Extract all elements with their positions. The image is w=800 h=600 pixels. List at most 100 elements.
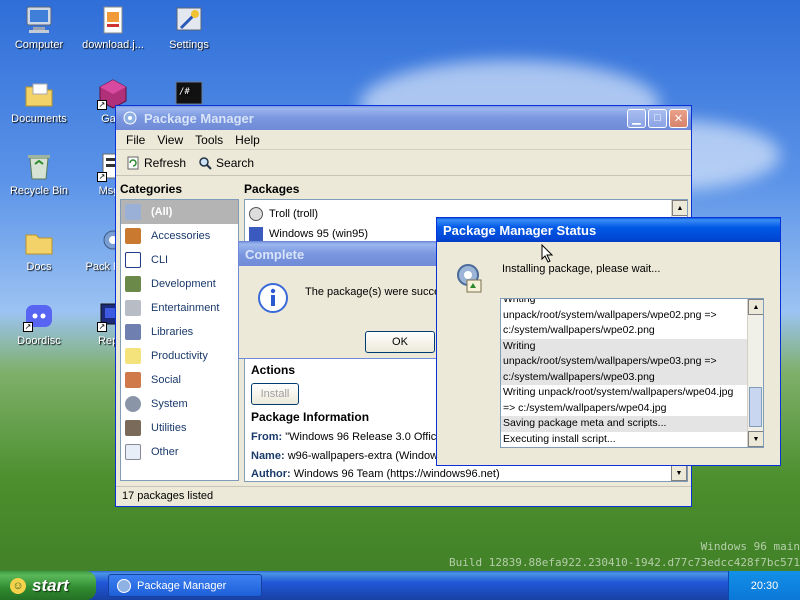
scroll-up-icon[interactable]: ▲ [748, 299, 763, 315]
log-line: Saving package meta and scripts... [501, 416, 747, 432]
category-other[interactable]: Other [121, 440, 238, 464]
complete-dialog-title: Complete [245, 246, 305, 262]
scroll-thumb[interactable] [749, 387, 762, 427]
info-author: Author: Windows 96 Team (https://windows… [251, 468, 500, 480]
productivity-icon [125, 348, 141, 364]
all-packages-icon [125, 204, 141, 220]
complete-dialog-titlebar[interactable]: Complete [239, 242, 459, 266]
accessories-icon [125, 228, 141, 244]
category-entertainment[interactable]: Entertainment [121, 296, 238, 320]
package-manager-app-icon [117, 578, 131, 593]
categories-list: (All) Accessories CLI Development Entert… [120, 199, 239, 481]
status-window-titlebar[interactable]: Package Manager Status [437, 218, 780, 242]
desktop-icon-documents[interactable]: Documents [2, 78, 76, 125]
clock[interactable]: 20:30 [751, 580, 779, 592]
category-system[interactable]: System [121, 392, 238, 416]
refresh-icon [126, 156, 140, 170]
shortcut-arrow-icon: ↗ [97, 100, 107, 110]
package-icon [249, 207, 263, 221]
svg-text:/#: /# [179, 87, 190, 97]
category-productivity[interactable]: Productivity [121, 344, 238, 368]
maximize-button[interactable]: □ [648, 108, 667, 128]
refresh-label: Refresh [144, 155, 187, 170]
status-message: Installing package, please wait... [502, 263, 661, 275]
system-tray: 20:30 [728, 571, 800, 600]
log-line: => c:/system/wallpapers/wpe04.jpg [503, 401, 667, 414]
desktop-icon-doordisc[interactable]: ↗ Doordisc [2, 300, 76, 347]
social-icon [125, 372, 141, 388]
image-file-icon [97, 4, 129, 36]
folder-icon [23, 226, 55, 258]
log-line: c:/system/wallpapers/wpe03.png [501, 369, 747, 385]
install-log: Writing unpack/root/system/wallpapers/wp… [500, 298, 764, 448]
desktop-icon-settings[interactable]: Settings [152, 4, 226, 51]
libraries-icon [125, 324, 141, 340]
mouse-cursor-icon [541, 243, 555, 264]
log-line: Executing install script... [503, 432, 616, 445]
log-line: unpack/root/system/wallpapers/wpe03.png … [501, 354, 747, 370]
settings-icon [173, 4, 205, 36]
log-line: unpack/root/system/wallpapers/wpe02.png … [503, 308, 717, 321]
build-watermark-line2: Build 12839.88efa922.230410-1942.d77c73e… [449, 556, 800, 569]
info-icon [257, 282, 289, 314]
category-accessories[interactable]: Accessories [121, 224, 238, 248]
search-button[interactable]: Search [192, 152, 260, 174]
desktop-icon-download[interactable]: download.j... [76, 4, 150, 51]
build-watermark-line1: Windows 96 main [700, 540, 800, 553]
category-utilities[interactable]: Utilities [121, 416, 238, 440]
install-button[interactable]: Install [251, 383, 299, 405]
cli-icon [125, 252, 141, 268]
close-icon: ✕ [673, 112, 684, 125]
documents-folder-icon [23, 78, 55, 110]
menu-view[interactable]: View [151, 133, 189, 147]
taskbar-item-package-manager[interactable]: Package Manager [108, 574, 262, 597]
log-line: Writing [503, 298, 536, 305]
doordisc-icon: ↗ [23, 300, 55, 332]
search-label: Search [216, 155, 255, 170]
start-logo-icon: ☺ [10, 577, 26, 594]
desktop-icon-recycle-bin[interactable]: Recycle Bin [2, 150, 76, 197]
scroll-up-icon[interactable]: ▲ [672, 200, 687, 216]
category-all[interactable]: (All) [121, 200, 238, 224]
menu-tools[interactable]: Tools [189, 133, 229, 147]
desktop-icon-computer[interactable]: Computer [2, 4, 76, 51]
desktop-icon-docs[interactable]: Docs [2, 226, 76, 273]
shortcut-arrow-icon: ↗ [97, 172, 107, 182]
utilities-icon [125, 420, 141, 436]
menu-help[interactable]: Help [229, 133, 266, 147]
status-window: Package Manager Status Installing packag… [436, 217, 781, 466]
scroll-down-icon[interactable]: ▼ [671, 465, 687, 481]
installer-gear-icon [453, 262, 485, 294]
category-social[interactable]: Social [121, 368, 238, 392]
ok-button[interactable]: OK [365, 331, 435, 353]
package-manager-titlebar[interactable]: Package Manager ▁ □ ✕ [116, 106, 691, 130]
status-window-title: Package Manager Status [443, 222, 597, 238]
actions-header: Actions [251, 363, 296, 377]
scroll-down-icon[interactable]: ▼ [748, 431, 763, 447]
close-button[interactable]: ✕ [669, 108, 688, 128]
window-title: Package Manager [144, 110, 254, 126]
packages-header: Packages [244, 182, 300, 196]
log-line: c:/system/wallpapers/wpe02.png [503, 324, 655, 336]
recycle-bin-icon [23, 150, 55, 182]
status-bar: 17 packages listed [116, 486, 691, 506]
menu-file[interactable]: File [120, 133, 151, 147]
refresh-button[interactable]: Refresh [120, 152, 192, 174]
minimize-button[interactable]: ▁ [627, 108, 646, 128]
category-libraries[interactable]: Libraries [121, 320, 238, 344]
category-development[interactable]: Development [121, 272, 238, 296]
shortcut-arrow-icon: ↗ [97, 322, 107, 332]
toolbar: Refresh Search [116, 150, 691, 176]
log-line: Writing unpack/root/system/wallpapers/wp… [503, 386, 734, 398]
log-scrollbar[interactable]: ▲ ▼ [747, 299, 763, 447]
categories-header: Categories [120, 182, 183, 196]
other-icon [125, 444, 141, 460]
start-button[interactable]: ☺ start [0, 571, 96, 600]
start-label: start [32, 575, 69, 595]
menu-bar: File View Tools Help [116, 130, 691, 150]
complete-message: The package(s) were succe [305, 286, 441, 298]
development-icon [125, 276, 141, 292]
minimize-icon: ▁ [632, 112, 641, 125]
category-cli[interactable]: CLI [121, 248, 238, 272]
log-line: Writing [501, 338, 747, 354]
